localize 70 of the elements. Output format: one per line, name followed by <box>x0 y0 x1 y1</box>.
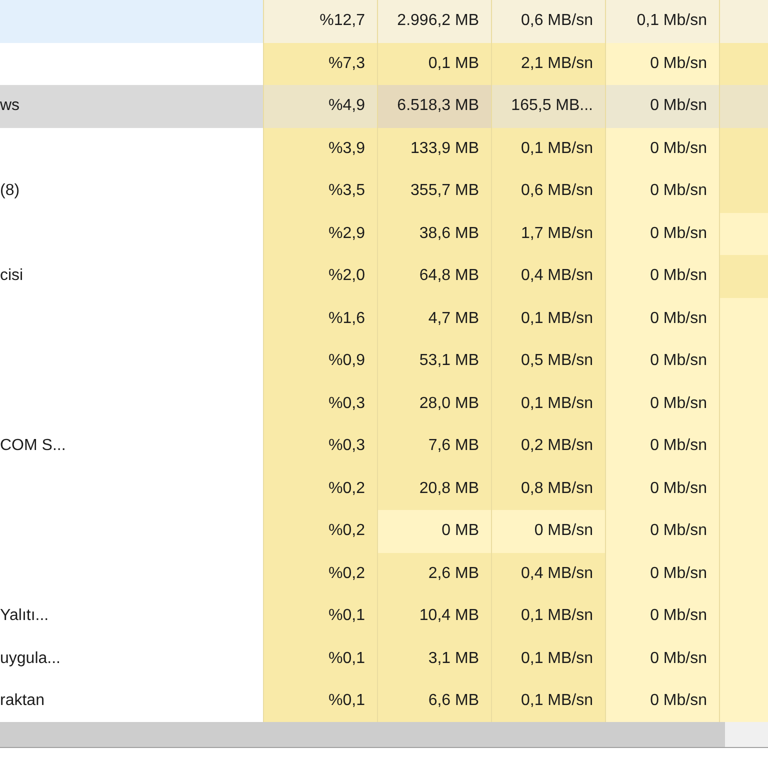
table-cell: 0,1 MB/sn <box>491 595 605 638</box>
table-cell: 0,6 MB/sn <box>491 170 605 212</box>
table-cell: 0 Mb/sn <box>605 255 719 298</box>
table-cell: 0 Mb/sn <box>605 170 719 212</box>
table-cell: 0,6 MB/sn <box>491 0 605 42</box>
table-cell: %3,9 <box>263 128 377 170</box>
table-cell: 2,1 MB/sn <box>491 42 605 85</box>
table-cell: 38,6 MB <box>377 212 491 255</box>
table-cell: 0,5 MB/sn <box>491 340 605 382</box>
table-cell: 0 MB <box>377 510 491 552</box>
table-cell: %0,1 <box>263 595 377 638</box>
table-cell: 0 Mb/sn <box>605 552 719 595</box>
table-cell: 0 Mb/sn <box>605 638 719 680</box>
table-cell: %0,1 <box>263 638 377 680</box>
table-cell: 0 MB/sn <box>491 510 605 552</box>
table-cell: 0 Mb/sn <box>605 382 719 425</box>
table-cell: 1,7 MB/sn <box>491 212 605 255</box>
process-name-cell[interactable]: ws <box>0 85 263 128</box>
table-cell: %0,2 <box>263 552 377 595</box>
table-cell: 0,2 MB/sn <box>491 425 605 468</box>
table-cell: 0,4 MB/sn <box>491 255 605 298</box>
table-cell: %3,5 <box>263 170 377 212</box>
table-cell: 10,4 MB <box>377 595 491 638</box>
table-cell: 0,1 MB/sn <box>491 638 605 680</box>
table-cell: 2.996,2 MB <box>377 0 491 42</box>
table-cell: 0 Mb/sn <box>605 595 719 638</box>
table-cell: 0 Mb/sn <box>605 42 719 85</box>
table-cell: 0,8 MB/sn <box>491 468 605 510</box>
table-cell: 53,1 MB <box>377 340 491 382</box>
table-cell: 0 Mb/sn <box>605 468 719 510</box>
table-cell: %2,0 <box>263 255 377 298</box>
table-cell: 0 Mb/sn <box>605 510 719 552</box>
table-cell: 6.518,3 MB <box>377 85 491 128</box>
table-cell: 0 Mb/sn <box>605 298 719 340</box>
table-cell: 4,7 MB <box>377 298 491 340</box>
table-cell: 6,6 MB <box>377 680 491 722</box>
table-cell: 7,6 MB <box>377 425 491 468</box>
table-cell: 0,1 MB/sn <box>491 382 605 425</box>
table-cell: %2,9 <box>263 212 377 255</box>
table-cell: %0,9 <box>263 340 377 382</box>
table-cell: 165,5 MB... <box>491 85 605 128</box>
table-cell: %12,7 <box>263 0 377 42</box>
table-cell: %0,2 <box>263 510 377 552</box>
table-cell: 0 Mb/sn <box>605 340 719 382</box>
table-cell: 20,8 MB <box>377 468 491 510</box>
table-cell: %7,3 <box>263 42 377 85</box>
table-cell: %0,3 <box>263 425 377 468</box>
row-highlight[interactable] <box>0 0 263 42</box>
table-cell: 0 Mb/sn <box>605 212 719 255</box>
table-cell: %0,2 <box>263 468 377 510</box>
table-cell: 28,0 MB <box>377 382 491 425</box>
table-cell: %0,3 <box>263 382 377 425</box>
table-cell: 0 Mb/sn <box>605 128 719 170</box>
table-cell: %1,6 <box>263 298 377 340</box>
table-cell: %0,1 <box>263 680 377 722</box>
table-cell: 64,8 MB <box>377 255 491 298</box>
table-cell: 0,4 MB/sn <box>491 552 605 595</box>
table-cell: 0 Mb/sn <box>605 425 719 468</box>
table-cell: 0,1 MB/sn <box>491 298 605 340</box>
table-cell: 0 Mb/sn <box>605 85 719 128</box>
table-cell: 0,1 MB/sn <box>491 128 605 170</box>
table-cell: 355,7 MB <box>377 170 491 212</box>
table-cell: %4,9 <box>263 85 377 128</box>
table-cell: 0,1 Mb/sn <box>605 0 719 42</box>
table-cell: 133,9 MB <box>377 128 491 170</box>
table-cell: 2,6 MB <box>377 552 491 595</box>
table-cell: 3,1 MB <box>377 638 491 680</box>
table-cell: 0,1 MB/sn <box>491 680 605 722</box>
table-cell: 0,1 MB <box>377 42 491 85</box>
table-cell: 0 Mb/sn <box>605 680 719 722</box>
